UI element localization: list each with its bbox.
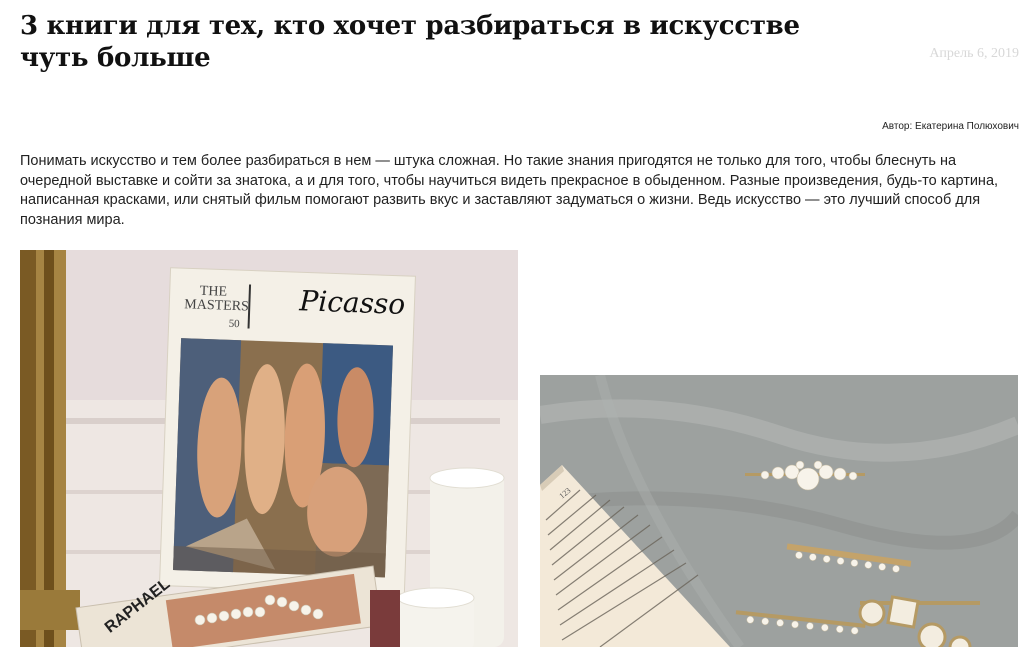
article-author: Автор: Екатерина Полюхович xyxy=(882,121,1019,132)
book-title: Picasso xyxy=(298,284,406,321)
article-date: Апрель 6, 2019 xyxy=(929,46,1019,61)
article-title: 3 книги для тех, кто хочет разбираться в… xyxy=(20,11,800,73)
picasso-book-photo: THE MASTERS 50 Picasso RAPHAEL xyxy=(20,250,518,647)
book-series-line2: MASTERS xyxy=(184,297,249,314)
article-intro: Понимать искусство и тем более разбирать… xyxy=(20,153,999,228)
book-number: 50 xyxy=(228,318,240,330)
book-and-hairclips-photo: 123 xyxy=(540,375,1018,647)
